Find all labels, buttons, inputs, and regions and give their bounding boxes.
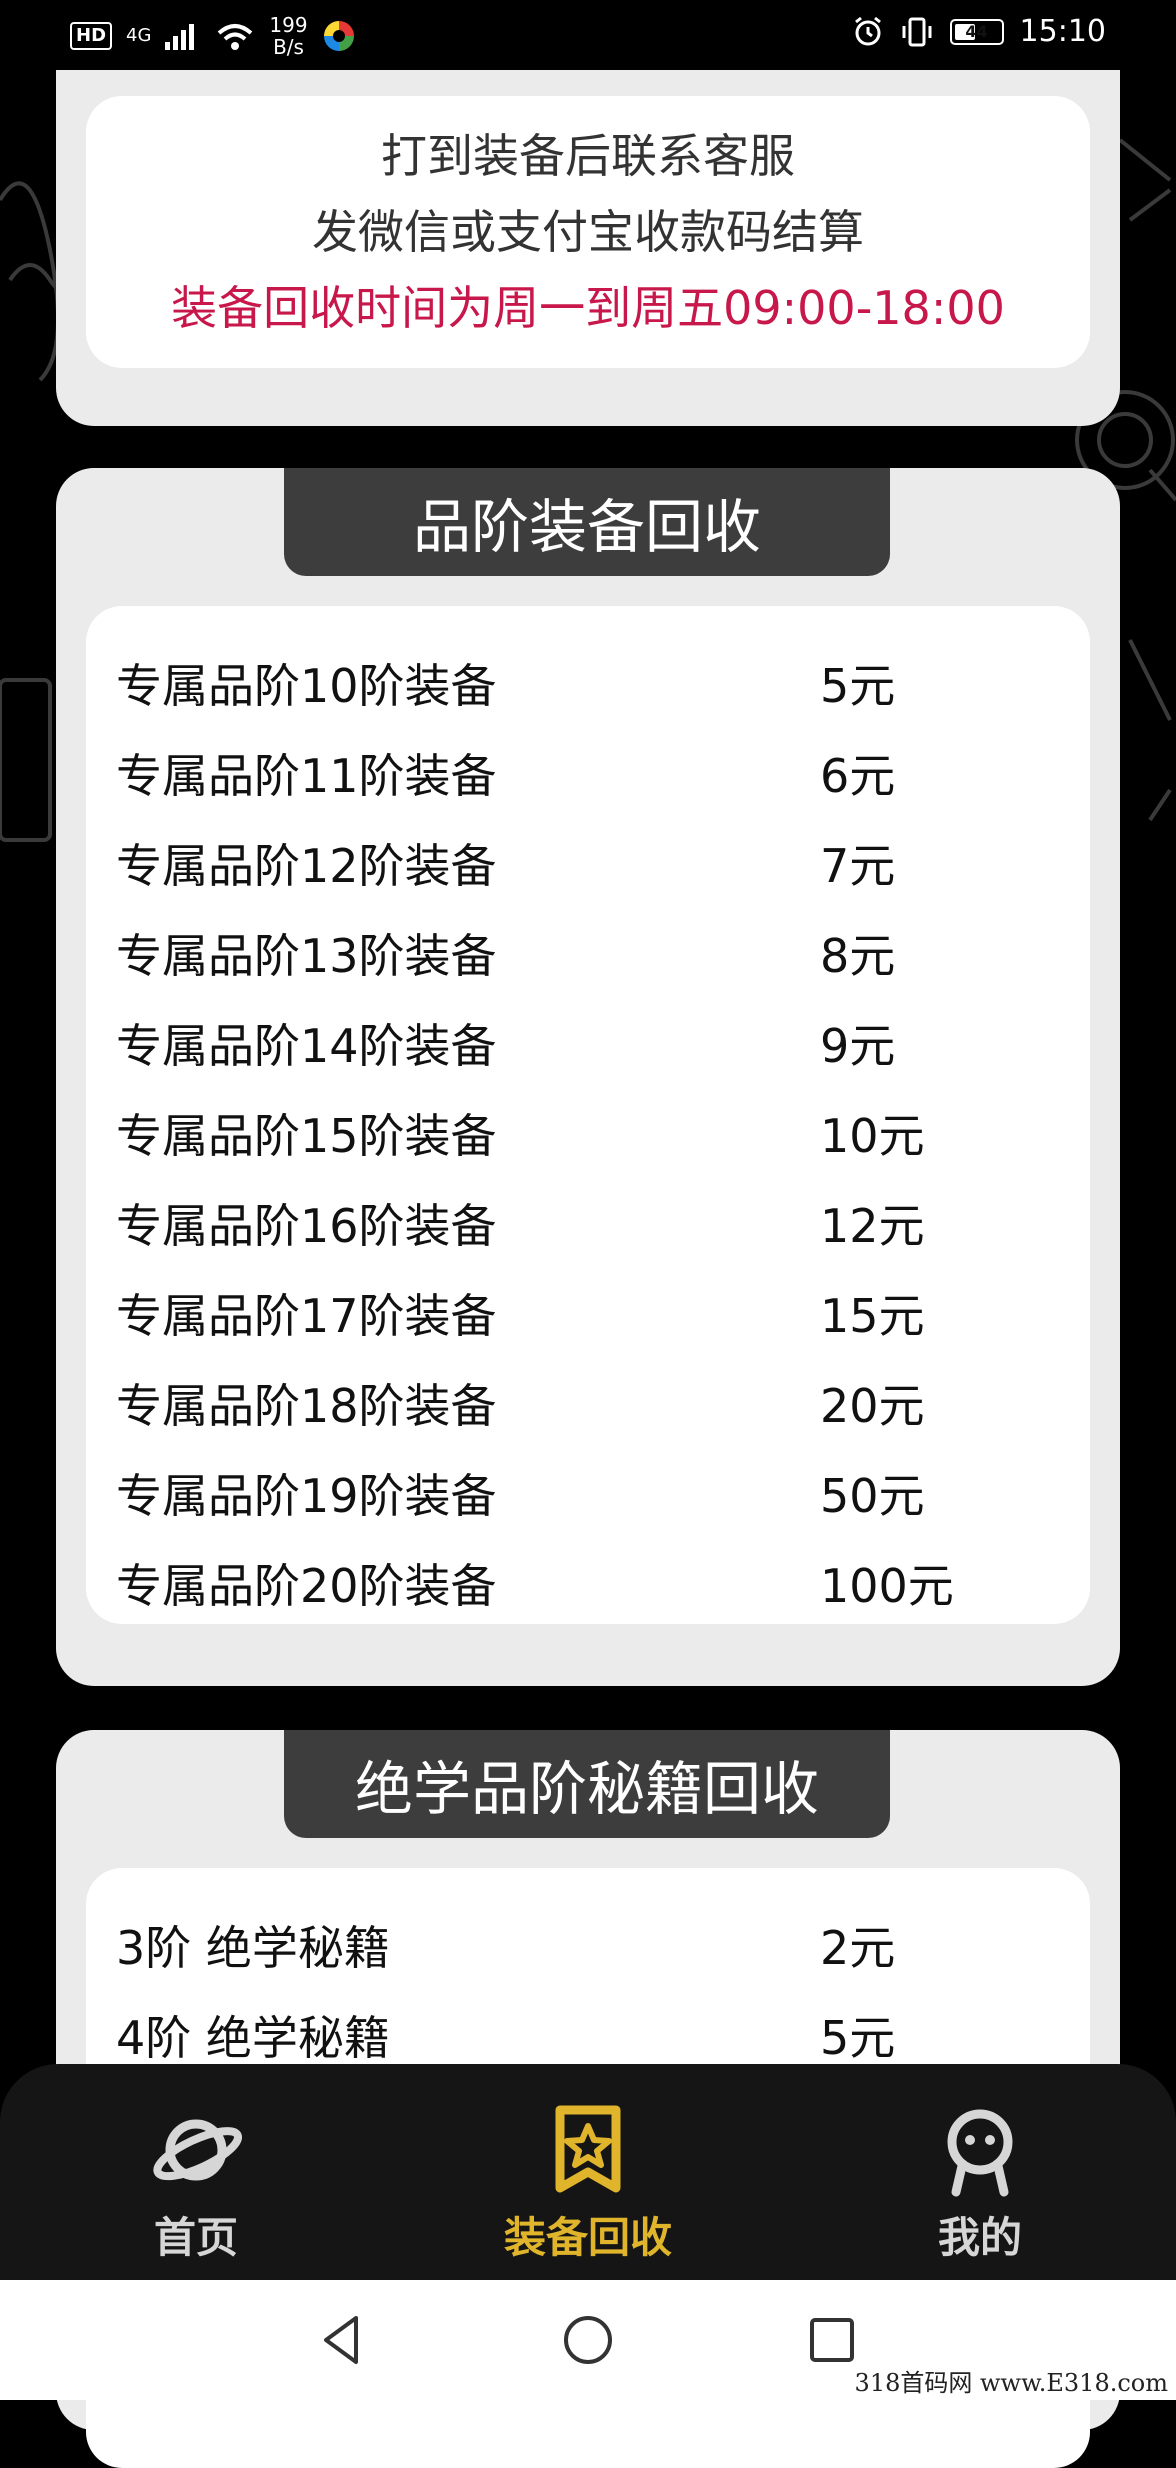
star-badge-icon [555,2105,621,2193]
notice-content: 打到装备后联系客服 发微信或支付宝收款码结算 装备回收时间为周一到周五09:00… [86,96,1090,368]
price-row: 专属品阶19阶装备 50元 [116,1448,1060,1538]
price-row: 专属品阶20阶装备 100元 [116,1538,1060,1628]
network-speed-unit: B/s [273,35,304,59]
system-nav-bar: 318首码网 www.E318.com [0,2280,1176,2400]
tab-home[interactable]: 首页 [0,2064,392,2280]
tab-profile-label: 我的 [937,2213,1022,2262]
price-row: 专属品阶18阶装备 20元 [116,1358,1060,1448]
tab-equipment-recycle[interactable]: 装备回收 [392,2064,784,2280]
item-price: 50元 [820,1469,925,1523]
tab-home-label: 首页 [153,2213,238,2262]
watermark: 318首码网 www.E318.com [854,2369,1168,2397]
item-name: 专属品阶16阶装备 [116,1199,497,1253]
item-name: 专属品阶17阶装备 [116,1289,497,1343]
equipment-price-list: 专属品阶10阶装备 5元专属品阶11阶装备 6元专属品阶12阶装备 7元专属品阶13阶… [86,606,1090,1624]
battery-percent: 44 [965,21,988,41]
item-name: 4阶 绝学秘籍 [116,2011,390,2065]
equipment-section-title: 品阶装备回收 [284,468,890,576]
item-name: 专属品阶12阶装备 [116,839,497,893]
tab-equipment-recycle-label: 装备回收 [503,2213,672,2262]
item-name: 3阶 绝学秘籍 [116,1921,390,1975]
item-name: 专属品阶10阶装备 [116,659,497,713]
item-price: 5元 [820,2011,896,2065]
item-price: 5元 [820,659,896,713]
item-name: 专属品阶11阶装备 [116,749,497,803]
battery-icon: 44 [949,18,1004,45]
item-price: 8元 [820,929,896,983]
item-name: 专属品阶20阶装备 [116,1559,497,1613]
alarm-icon [854,16,881,45]
item-price: 20元 [820,1379,925,1433]
price-row: 专属品阶16阶装备 12元 [116,1178,1060,1268]
circle-home-icon[interactable] [556,2308,620,2372]
notice-line-contact: 打到装备后联系客服 [381,129,795,183]
network-type: 4G [126,25,152,46]
clock-time: 15:10 [1019,14,1106,49]
item-price: 2元 [820,1921,896,1975]
price-row: 专属品阶15阶装备 10元 [116,1088,1060,1178]
price-row: 3阶 绝学秘籍 2元 [116,1900,1060,1990]
item-name: 专属品阶14阶装备 [116,1019,497,1073]
notice-line-hours: 装备回收时间为周一到周五09:00-18:00 [171,281,1005,335]
item-name: 专属品阶18阶装备 [116,1379,497,1433]
price-row: 专属品阶17阶装备 15元 [116,1268,1060,1358]
signal-icon [165,24,195,50]
manual-rows: 3阶 绝学秘籍 2元 4阶 绝学秘籍 5元 [116,1900,1060,2080]
equipment-recycle-card: 品阶装备回收 专属品阶10阶装备 5元专属品阶11阶装备 6元专属品阶12阶装备 7元… [56,468,1120,1686]
app-notification-icon [323,21,354,51]
hd-badge: HD [70,22,113,50]
vibrate-icon [902,17,932,46]
robot-profile-icon [947,2109,1013,2197]
price-row: 专属品阶11阶装备 6元 [116,728,1060,818]
item-price: 9元 [820,1019,896,1073]
price-row: 专属品阶10阶装备 5元 [116,638,1060,728]
notice-card: 打到装备后联系客服 发微信或支付宝收款码结算 装备回收时间为周一到周五09:00… [56,70,1120,426]
bottom-tab-bar: 首页 装备回收 我的 [0,2064,1176,2280]
item-price: 6元 [820,749,896,803]
price-row: 专属品阶12阶装备 7元 [116,818,1060,908]
item-price: 10元 [820,1109,925,1163]
item-price: 7元 [820,839,896,893]
manual-section-title: 绝学品阶秘籍回收 [284,1730,890,1838]
item-price: 100元 [820,1559,954,1613]
status-bar-right: 44 15:10 [852,14,1106,49]
wifi-icon [218,24,253,50]
item-price: 12元 [820,1199,925,1253]
price-row: 专属品阶13阶装备 8元 [116,908,1060,998]
item-price: 15元 [820,1289,925,1343]
status-bar: HD 4G 199 B/s 44 15:10 [0,0,1176,72]
price-row: 专属品阶14阶装备 9元 [116,998,1060,1088]
status-bar-left: HD 4G 199 B/s [70,14,356,58]
item-name: 专属品阶19阶装备 [116,1469,497,1523]
network-speed-value: 199 [269,13,308,37]
tab-profile[interactable]: 我的 [784,2064,1176,2280]
item-name: 专属品阶15阶装备 [116,1109,497,1163]
triangle-back-icon[interactable] [310,2308,374,2372]
planet-icon [153,2119,243,2181]
equipment-rows: 专属品阶10阶装备 5元专属品阶11阶装备 6元专属品阶12阶装备 7元专属品阶13阶… [116,638,1060,1628]
network-speed: 199 B/s [269,14,307,58]
item-name: 专属品阶13阶装备 [116,929,497,983]
notice-line-payment: 发微信或支付宝收款码结算 [312,205,864,259]
